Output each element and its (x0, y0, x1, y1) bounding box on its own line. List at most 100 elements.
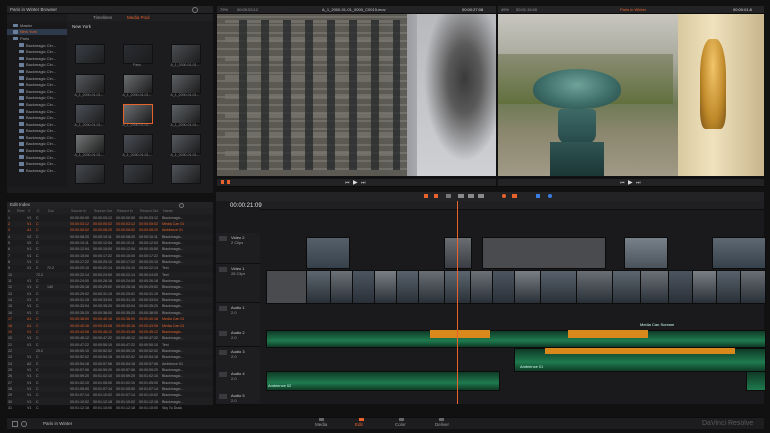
bin-item[interactable]: Backmagic Cin... (7, 62, 67, 69)
replace-icon[interactable] (478, 194, 484, 198)
bin-item[interactable]: Backmagic Cin... (7, 147, 67, 154)
link-icon[interactable] (512, 194, 517, 198)
column-header[interactable]: Dur (47, 209, 70, 213)
video-clip[interactable] (352, 270, 376, 304)
video-clip[interactable] (492, 270, 516, 304)
bin-item[interactable]: Backmagic Cin... (7, 88, 67, 95)
clip-thumbnail[interactable] (171, 104, 201, 124)
clip-thumbnail[interactable] (123, 74, 153, 94)
bin-item[interactable]: New York (7, 28, 67, 36)
prev-icon[interactable]: ⏮ (620, 180, 625, 186)
settings-icon[interactable] (21, 421, 27, 427)
video-clip[interactable] (444, 270, 472, 304)
snap-icon[interactable] (502, 194, 506, 198)
clip-thumbnail[interactable] (171, 74, 201, 94)
video-clip[interactable] (330, 270, 354, 304)
audio-peak[interactable] (568, 330, 648, 338)
video-clip[interactable] (692, 270, 718, 304)
video-clip[interactable] (514, 270, 542, 304)
column-header[interactable]: Record In (116, 209, 139, 213)
bin-item[interactable]: Backmagic Cin... (7, 95, 67, 102)
bin-item[interactable]: Backmagic Cin... (7, 121, 67, 128)
title-clip[interactable] (266, 270, 308, 304)
video-clip[interactable] (374, 270, 398, 304)
clip-thumbnail[interactable] (75, 74, 105, 94)
clip-thumbnail[interactable] (171, 134, 201, 154)
tab-media-pool[interactable]: Media Pool (127, 15, 150, 20)
track-header[interactable]: Audio 4 2.0 (216, 369, 260, 392)
bin-item[interactable]: Backmagic Cin... (7, 108, 67, 115)
column-header[interactable]: C (36, 209, 47, 213)
column-header[interactable]: Source In (70, 209, 93, 213)
audio-clip[interactable] (266, 330, 766, 348)
bin-item[interactable]: Backmagic Cin... (7, 68, 67, 75)
audio-peak[interactable] (545, 348, 735, 354)
column-header[interactable]: # (7, 209, 16, 213)
clip-thumbnail[interactable] (123, 164, 153, 184)
track-header[interactable]: Video 1 28 Clips (216, 264, 260, 303)
marker-icon[interactable] (548, 194, 552, 198)
video-clip[interactable] (640, 270, 670, 304)
play-icon[interactable]: ▶ (353, 179, 358, 186)
timeline-ruler[interactable] (260, 201, 764, 210)
clip-thumbnail[interactable] (171, 44, 201, 64)
track-header[interactable]: Audio 5 2.0 (216, 391, 260, 405)
playhead[interactable] (457, 201, 458, 404)
prev-icon[interactable]: ⏮ (345, 180, 350, 186)
flag-icon[interactable] (536, 194, 540, 198)
video-clip[interactable] (306, 270, 332, 304)
page-tab-deliver[interactable]: Deliver (435, 422, 449, 427)
next-icon[interactable]: ⏭ (636, 180, 641, 186)
video-clip[interactable] (540, 270, 578, 304)
column-header[interactable]: V (27, 209, 36, 213)
clip-thumbnail[interactable] (123, 44, 153, 64)
bin-item[interactable]: Backmagic Cin... (7, 75, 67, 82)
source-zoom[interactable]: 79% (220, 7, 228, 12)
bin-item[interactable]: Master (7, 22, 67, 29)
trim-tool-icon[interactable] (434, 194, 438, 198)
column-header[interactable]: Record Out (139, 209, 162, 213)
clip-thumbnail[interactable] (75, 164, 105, 184)
video-clip[interactable] (712, 237, 766, 269)
video-clip[interactable] (444, 237, 472, 269)
overwrite-icon[interactable] (468, 194, 474, 198)
page-tab-edit[interactable]: Edit (355, 422, 363, 427)
bin-item[interactable]: Backmagic Cin... (7, 141, 67, 148)
in-marker-icon[interactable] (221, 180, 224, 184)
table-row[interactable]: 31 V1 C 00:01:12:18 00:01:15:00 00:01:12:18 00… (7, 405, 213, 411)
bin-item[interactable]: Backmagic Cin... (7, 48, 67, 55)
selection-tool-icon[interactable] (424, 194, 428, 198)
video-clip[interactable] (576, 270, 614, 304)
video-clip[interactable] (612, 270, 642, 304)
bin-item[interactable]: Backmagic Cin... (7, 114, 67, 121)
video-clip[interactable] (740, 270, 766, 304)
timeline-viewer-zoom[interactable]: 49% (501, 7, 509, 12)
next-icon[interactable]: ⏭ (361, 180, 366, 186)
tab-timelines[interactable]: Timelines (93, 15, 112, 20)
home-icon[interactable] (12, 421, 18, 427)
bin-item[interactable]: Backmagic Cin... (7, 101, 67, 108)
video-clip[interactable] (306, 237, 350, 269)
bin-item[interactable]: Backmagic Cin... (7, 55, 67, 62)
track-header[interactable]: Audio 3 2.0 (216, 347, 260, 370)
track-header[interactable]: Audio 1 2.0 (216, 303, 260, 329)
bin-item[interactable]: Backmagic Cin... (7, 167, 67, 174)
clip-thumbnail[interactable] (75, 44, 105, 64)
out-marker-icon[interactable] (227, 180, 230, 184)
search-icon[interactable] (192, 7, 198, 13)
video-clip[interactable] (418, 270, 446, 304)
video-clip[interactable] (716, 270, 742, 304)
video-clip[interactable] (470, 270, 494, 304)
column-header[interactable]: Name (162, 209, 203, 213)
audio-clip[interactable] (746, 371, 766, 391)
video-clip[interactable] (668, 270, 694, 304)
clip-thumbnail[interactable] (171, 164, 201, 184)
blade-tool-icon[interactable] (446, 194, 451, 198)
clip-thumbnail[interactable] (123, 104, 153, 124)
insert-icon[interactable] (458, 194, 464, 198)
video-clip[interactable] (624, 237, 668, 269)
clip-thumbnail[interactable] (123, 134, 153, 154)
audio-peak[interactable] (430, 330, 490, 338)
audio-clip[interactable] (266, 371, 500, 391)
clip-thumbnail[interactable] (75, 134, 105, 154)
